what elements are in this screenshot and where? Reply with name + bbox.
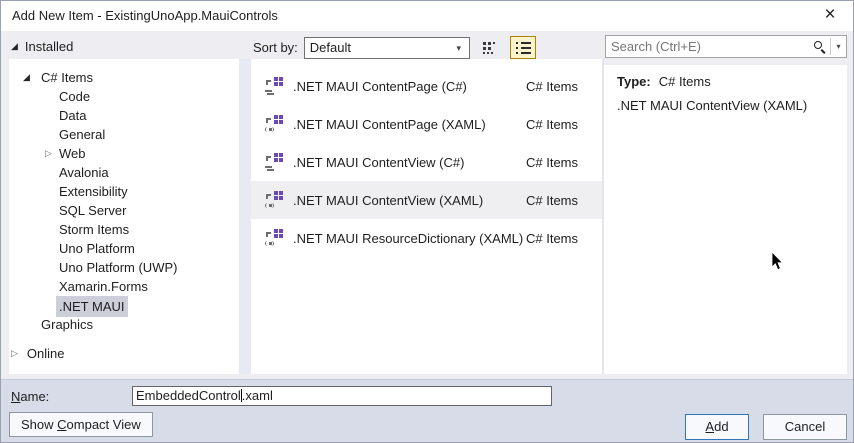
expander-expanded-icon[interactable]: ◢ xyxy=(23,73,30,82)
maui-xaml-file-icon xyxy=(265,229,283,247)
tree-item-label: Avalonia xyxy=(59,165,109,180)
search-dropdown-icon[interactable]: ▾ xyxy=(831,42,846,51)
close-icon[interactable]: × xyxy=(813,1,847,31)
template-row-selected[interactable]: .NET MAUI ContentView (XAML) C# Items xyxy=(251,181,602,219)
installed-label: Installed xyxy=(24,39,74,54)
template-list-pane: .NET MAUI ContentPage (C#) C# Items .NET… xyxy=(251,59,602,374)
pane-splitter[interactable] xyxy=(239,59,251,374)
search-box: ▾ xyxy=(605,35,847,58)
footer-bar: Name: EmbeddedControl.xaml Show Compact … xyxy=(1,379,853,442)
tree-item-label: Storm Items xyxy=(59,222,130,237)
add-new-item-dialog: Add New Item - ExistingUnoApp.MauiContro… xyxy=(0,0,854,443)
maui-xaml-file-icon xyxy=(265,115,283,133)
mouse-cursor xyxy=(771,252,784,271)
tree-item-code[interactable]: Code xyxy=(9,87,239,106)
template-description: .NET MAUI ContentView (XAML) xyxy=(617,98,808,113)
sort-by-value: Default xyxy=(309,39,351,55)
tree-item-graphics[interactable]: Graphics xyxy=(9,315,239,334)
template-category: C# Items xyxy=(525,116,578,132)
tree-item-csharp-items[interactable]: ◢ C# Items xyxy=(9,68,239,87)
tree-item-general[interactable]: General xyxy=(9,125,239,144)
expander-collapsed-icon[interactable]: ▷ xyxy=(11,349,18,358)
expander-collapsed-icon[interactable]: ▷ xyxy=(45,149,52,158)
tree-item-label: General xyxy=(59,127,106,142)
tree-item-xamarin-forms[interactable]: Xamarin.Forms xyxy=(9,277,239,296)
title-bar: Add New Item - ExistingUnoApp.MauiContro… xyxy=(1,1,853,31)
show-compact-view-button[interactable]: Show Compact View xyxy=(9,412,153,437)
tree-item-web[interactable]: ▷ Web xyxy=(9,144,239,163)
online-label: Online xyxy=(26,346,65,361)
tree-item-label-selected: .NET MAUI xyxy=(56,296,128,317)
template-row[interactable]: .NET MAUI ContentView (C#) C# Items xyxy=(251,143,602,181)
template-name: .NET MAUI ContentView (C#) xyxy=(293,154,465,170)
tree-item-sql-server[interactable]: SQL Server xyxy=(9,201,239,220)
template-name: .NET MAUI ContentPage (C#) xyxy=(293,78,467,94)
template-category: C# Items xyxy=(525,192,578,208)
sort-by-label: Sort by: xyxy=(253,40,298,55)
template-row[interactable]: .NET MAUI ResourceDictionary (XAML) C# I… xyxy=(251,219,602,257)
tree-item-dotnet-maui[interactable]: .NET MAUI xyxy=(9,296,239,317)
add-button[interactable]: Add xyxy=(685,414,749,440)
tree-item-label: Xamarin.Forms xyxy=(59,279,148,294)
tree-item-label: C# Items xyxy=(41,70,94,85)
window-title: Add New Item - ExistingUnoApp.MauiContro… xyxy=(12,8,278,23)
tree-item-label: Uno Platform xyxy=(59,241,135,256)
template-name: .NET MAUI ContentView (XAML) xyxy=(293,192,484,208)
tree-item-storm-items[interactable]: Storm Items xyxy=(9,220,239,239)
list-view-icon xyxy=(515,42,531,54)
chevron-down-icon[interactable]: ▾ xyxy=(450,39,468,57)
tree-item-uno-platform-uwp[interactable]: Uno Platform (UWP) xyxy=(9,258,239,277)
tree-item-label: Uno Platform (UWP) xyxy=(59,260,178,275)
template-type-line: Type: C# Items xyxy=(617,74,711,89)
tree-item-label: Extensibility xyxy=(59,184,128,199)
template-name: .NET MAUI ResourceDictionary (XAML) xyxy=(293,230,524,246)
type-value: C# Items xyxy=(658,74,711,89)
maui-xaml-file-icon xyxy=(265,191,283,209)
category-tree-pane: ◢ C# Items Code Data General ▷ Web Avalo… xyxy=(9,59,239,374)
template-name: .NET MAUI ContentPage (XAML) xyxy=(293,116,486,132)
name-label: Name: xyxy=(11,389,50,404)
template-category: C# Items xyxy=(525,154,578,170)
name-input[interactable]: EmbeddedControl.xaml xyxy=(132,386,552,406)
sort-by-dropdown[interactable]: Default ▾ xyxy=(303,36,470,59)
tree-item-label: Data xyxy=(59,108,87,123)
online-group-header[interactable]: ▷ Online xyxy=(11,346,65,361)
maui-cs-file-icon xyxy=(265,153,283,171)
type-label: Type: xyxy=(617,74,651,89)
tree-item-data[interactable]: Data xyxy=(9,106,239,125)
search-input[interactable] xyxy=(606,37,812,56)
template-row[interactable]: .NET MAUI ContentPage (XAML) C# Items xyxy=(251,105,602,143)
tree-item-label: SQL Server xyxy=(59,203,127,218)
small-icons-view-button[interactable] xyxy=(477,36,503,59)
tree-item-label: Code xyxy=(59,89,91,104)
template-list: .NET MAUI ContentPage (C#) C# Items .NET… xyxy=(251,59,602,257)
expander-expanded-icon[interactable]: ◢ xyxy=(11,42,18,51)
tree-item-label: Web xyxy=(59,146,86,161)
template-details-pane: Type: C# Items .NET MAUI ContentView (XAM… xyxy=(604,65,847,374)
list-view-button[interactable] xyxy=(509,36,536,59)
template-row[interactable]: .NET MAUI ContentPage (C#) C# Items xyxy=(251,67,602,105)
template-category: C# Items xyxy=(525,78,578,94)
small-icons-view-icon xyxy=(482,42,497,54)
search-icon[interactable] xyxy=(812,39,828,55)
category-tree: ◢ C# Items Code Data General ▷ Web Avalo… xyxy=(9,59,239,334)
tree-item-extensibility[interactable]: Extensibility xyxy=(9,182,239,201)
tree-item-label: Graphics xyxy=(41,317,94,332)
sort-toolbar: Sort by: Default ▾ xyxy=(253,36,536,59)
cancel-button[interactable]: Cancel xyxy=(763,414,847,440)
tree-item-avalonia[interactable]: Avalonia xyxy=(9,163,239,182)
installed-group-header[interactable]: ◢ Installed xyxy=(11,39,73,54)
maui-cs-file-icon xyxy=(265,77,283,95)
tree-item-uno-platform[interactable]: Uno Platform xyxy=(9,239,239,258)
template-category: C# Items xyxy=(525,230,578,246)
